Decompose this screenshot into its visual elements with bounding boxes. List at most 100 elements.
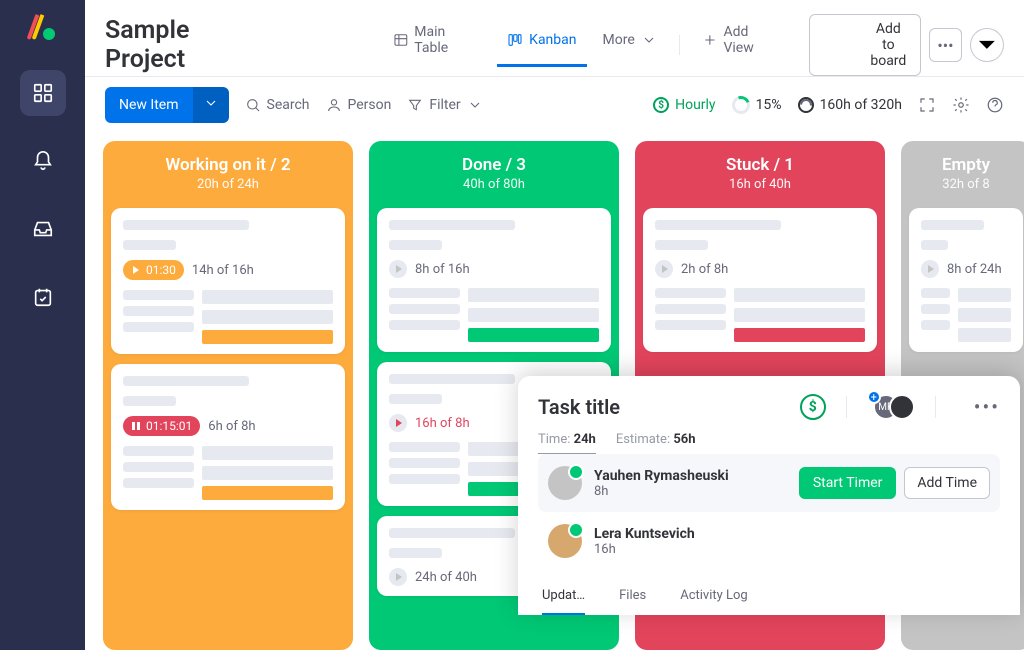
add-assignee-icon[interactable]: + [867, 390, 881, 404]
subtab-updates[interactable]: Updat… [542, 578, 585, 615]
clock-icon [798, 97, 814, 113]
assignee-avatars[interactable]: + МR [873, 394, 915, 420]
timer-value: 01:30 [146, 263, 176, 277]
kanban-card[interactable]: 8h of 24h [909, 208, 1023, 352]
plus-icon [822, 24, 863, 65]
column-header: Stuck / 1 16h of 40h [643, 151, 877, 198]
column-subtitle: 16h of 40h [643, 177, 877, 192]
billable-toggle[interactable]: $ [800, 394, 826, 420]
new-item-button[interactable]: New Item [105, 87, 193, 123]
inbox-icon[interactable] [20, 206, 66, 252]
global-sidebar [0, 0, 85, 650]
tab-kanban[interactable]: Kanban [497, 24, 586, 67]
person-filter-button[interactable]: Person [326, 97, 392, 113]
notifications-icon[interactable] [20, 138, 66, 184]
person-label: Person [348, 97, 392, 113]
help-icon[interactable] [986, 96, 1004, 114]
start-timer-button[interactable]: Start Timer [799, 467, 897, 499]
card-hours: 24h of 40h [415, 570, 477, 585]
tab-more[interactable]: More [593, 24, 667, 67]
kanban-card[interactable]: 2h of 8h [643, 208, 877, 352]
tab-main-table[interactable]: Main Table [383, 16, 492, 75]
column-title: Working on it / 2 [111, 155, 345, 175]
board-toolbar: New Item Search Person Filter $ [85, 77, 1024, 133]
task-more-button[interactable]: ••• [974, 395, 1000, 419]
kanban-card[interactable]: 01:30 14h of 16h [111, 208, 345, 354]
time-value: 24h [574, 432, 596, 447]
filter-button[interactable]: Filter [407, 97, 482, 113]
card-hours: 8h of 16h [415, 262, 470, 277]
filter-icon [407, 97, 423, 113]
timer-chip[interactable]: 01:15:01 [123, 416, 200, 436]
chevron-down-icon [971, 29, 1003, 61]
search-button[interactable]: Search [245, 97, 310, 113]
card-hours: 2h of 8h [681, 262, 728, 277]
new-item-dropdown[interactable] [193, 87, 229, 123]
add-to-board-button[interactable]: Add to board [809, 14, 921, 76]
task-subtabs: Updat… Files Activity Log [538, 578, 1000, 615]
column-subtitle: 40h of 80h [377, 177, 611, 192]
workspaces-icon[interactable] [20, 70, 66, 116]
estimate-meta[interactable]: Estimate: 56h [616, 432, 696, 454]
subtab-files[interactable]: Files [619, 578, 646, 615]
main-content: Sample Project Main Table Kanban More [85, 0, 1024, 650]
task-detail-panel: Task title $ + МR ••• Time: 24h Estimate… [518, 376, 1020, 615]
filter-label: Filter [429, 97, 460, 113]
assignee-row[interactable]: Lera Kuntsevich 16h [538, 512, 1000, 570]
divider [846, 396, 847, 418]
play-icon[interactable] [921, 260, 939, 278]
tab-more-label: More [603, 32, 635, 48]
column-header: Empty 32h of 8 [909, 151, 1023, 198]
play-icon[interactable] [389, 260, 407, 278]
assignee-name: Yauhen Rymasheuski [594, 468, 729, 484]
column-subtitle: 32h of 8 [909, 177, 1023, 192]
assignee-name: Lera Kuntsevich [594, 526, 695, 542]
kanban-card[interactable]: 01:15:01 6h of 8h [111, 364, 345, 510]
play-icon[interactable] [389, 414, 407, 432]
chevron-down-icon [467, 97, 483, 113]
divider [935, 396, 936, 418]
pause-icon [131, 421, 141, 431]
tab-kanban-label: Kanban [529, 32, 576, 48]
assignee-row[interactable]: Yauhen Rymasheuski 8h Start Timer Add Ti… [538, 454, 1000, 512]
more-options-button[interactable]: ••• [929, 28, 963, 62]
card-hours: 16h of 8h [415, 416, 470, 431]
time-label: Time: [538, 432, 570, 447]
play-icon[interactable] [389, 568, 407, 586]
search-icon [245, 97, 261, 113]
play-icon [131, 265, 141, 275]
column-title: Stuck / 1 [643, 155, 877, 175]
timer-chip[interactable]: 01:30 [123, 260, 184, 280]
column-title: Done / 3 [377, 155, 611, 175]
play-icon[interactable] [655, 260, 673, 278]
time-meta[interactable]: Time: 24h [538, 432, 596, 454]
divider [679, 35, 680, 55]
expand-icon[interactable] [918, 96, 936, 114]
plus-icon [702, 32, 718, 48]
add-to-board-label: Add to board [869, 21, 908, 69]
top-actions: Add to board ••• [809, 14, 1004, 76]
dollar-icon: $ [653, 97, 669, 113]
task-title[interactable]: Task title [538, 395, 620, 419]
assignee-hours: 16h [594, 542, 695, 557]
project-title: Sample Project [105, 16, 275, 74]
subtab-activity[interactable]: Activity Log [680, 578, 748, 615]
settings-icon[interactable] [952, 96, 970, 114]
collapse-button[interactable] [970, 28, 1004, 62]
add-time-button[interactable]: Add Time [904, 467, 990, 499]
new-item-split-button: New Item [105, 87, 229, 123]
chevron-down-icon [203, 95, 219, 111]
hourly-rate-button[interactable]: $ Hourly [653, 97, 715, 113]
add-view-button[interactable]: Add View [692, 16, 791, 75]
column-working-on-it: Working on it / 2 20h of 24h 01:30 14h o… [103, 141, 353, 650]
avatar [548, 524, 582, 558]
calendar-icon[interactable] [20, 274, 66, 320]
assignee-hours: 8h [594, 484, 729, 499]
column-subtitle: 20h of 24h [111, 177, 345, 192]
timer-value: 01:15:01 [146, 419, 192, 433]
column-title: Empty [909, 155, 1023, 175]
top-bar: Sample Project Main Table Kanban More [85, 0, 1024, 77]
progress-ring-icon [729, 93, 753, 117]
avatar [548, 466, 582, 500]
kanban-card[interactable]: 8h of 16h [377, 208, 611, 352]
